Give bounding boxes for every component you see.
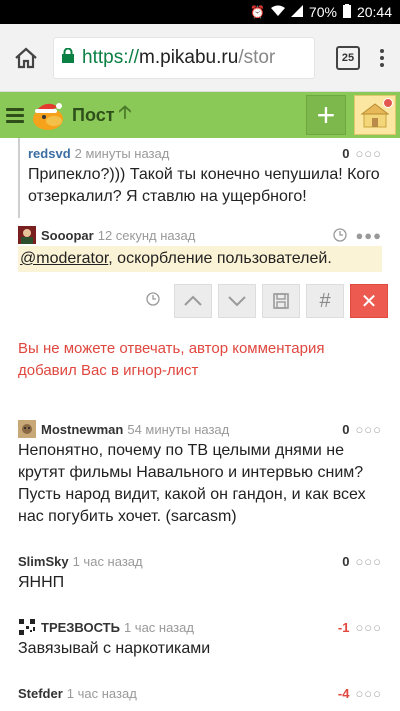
battery-percent: 70%	[308, 4, 337, 20]
save-icon[interactable]	[262, 284, 300, 318]
url-host: m.pikabu.ru	[139, 46, 239, 68]
comment: Mostnewman 54 минуты назад 0 ○○○ Непонят…	[0, 406, 400, 538]
ignore-list-warning: Вы не можете отвечать, автор комментария…	[18, 340, 325, 379]
comment: redsvd 2 минуты назад 0 ○○○ Припекло?)))…	[18, 138, 400, 218]
comments-list: redsvd 2 минуты назад 0 ○○○ Припекло?)))…	[0, 138, 400, 711]
url-scheme: https://	[82, 46, 140, 68]
comment-author[interactable]: Mostnewman	[41, 422, 123, 437]
tab-switcher-button[interactable]: 25	[336, 45, 360, 70]
comment-header: Stefder 1 час назад -4 ○○○	[18, 682, 382, 704]
browser-toolbar: https://m.pikabu.ru/stor 25	[0, 24, 400, 92]
comment-time[interactable]: 54 минуты назад	[127, 422, 229, 437]
site-header: Пост 🡡 +	[0, 92, 400, 138]
more-options-icon[interactable]: ○○○	[355, 554, 382, 569]
hamburger-menu-icon[interactable]	[6, 107, 24, 123]
wifi-icon	[270, 5, 285, 20]
user-avatar-button[interactable]	[354, 95, 396, 135]
more-options-icon[interactable]: ○○○	[355, 620, 382, 635]
comment-header: redsvd 2 минуты назад 0 ○○○	[28, 142, 382, 164]
battery-icon	[342, 3, 351, 21]
page-title: Пост	[72, 104, 115, 125]
comment-time[interactable]: 1 час назад	[124, 620, 194, 635]
comment-text: Завязывай с наркотиками	[18, 640, 211, 657]
comment-author[interactable]: redsvd	[28, 146, 71, 161]
avatar[interactable]	[18, 226, 36, 244]
comment-author[interactable]: Stefder	[18, 686, 63, 701]
home-icon[interactable]	[8, 40, 44, 76]
hashtag-button[interactable]: #	[306, 284, 344, 318]
comment-rating: -1	[337, 619, 350, 635]
comment-time[interactable]: 1 час назад	[67, 686, 137, 701]
more-options-icon[interactable]: ●●●	[355, 228, 382, 243]
close-icon[interactable]: ✕	[350, 284, 388, 318]
chevron-down-icon[interactable]	[218, 284, 256, 318]
add-post-button[interactable]: +	[306, 95, 346, 135]
comment-text: Непонятно, почему по ТВ целыми днями не …	[18, 442, 366, 525]
avatar[interactable]	[18, 618, 36, 636]
clock-time: 20:44	[356, 4, 392, 20]
chevron-up-icon[interactable]	[174, 284, 212, 318]
comment-time[interactable]: 1 час назад	[73, 554, 143, 569]
comment-header: Sooopar 12 секунд назад ●●●	[18, 224, 382, 246]
more-options-icon[interactable]: ○○○	[355, 422, 382, 437]
notification-dot	[383, 98, 393, 108]
comment-text: @moderator, оскорбление пользователей.	[18, 246, 382, 272]
comment: SlimSky 1 час назад 0 ○○○ ЯННП	[0, 538, 400, 604]
signal-icon	[290, 4, 303, 20]
comment-text: ЯННП	[18, 574, 65, 591]
overflow-menu-icon[interactable]	[372, 48, 392, 67]
comment-rating: 0	[342, 145, 350, 161]
mention-link[interactable]: @moderator	[20, 250, 108, 267]
comment-time[interactable]: 2 минуты назад	[75, 146, 170, 161]
more-options-icon[interactable]: ○○○	[355, 146, 382, 161]
comment: ТРЕЗВОСТЬ 1 час назад -1 ○○○ Завязывай с…	[0, 604, 400, 670]
comment-rating: 0	[342, 421, 350, 437]
comment-text: Припекло?))) Такой ты конечно чепушила! …	[28, 166, 380, 205]
comment-time[interactable]: 12 секунд назад	[98, 228, 196, 243]
comment: Sooopar 12 секунд назад ●●● @moderator, …	[0, 218, 400, 272]
pikabu-logo[interactable]	[30, 97, 66, 133]
comment: Stefder 1 час назад -4 ○○○	[0, 670, 400, 711]
more-options-icon[interactable]: ○○○	[355, 686, 382, 701]
alarm-icon: ⏰	[249, 5, 265, 19]
comment-header: SlimSky 1 час назад 0 ○○○	[18, 550, 382, 572]
comment-author[interactable]: ТРЕЗВОСТЬ	[41, 620, 120, 635]
arrow-up-icon[interactable]: 🡡	[119, 100, 132, 130]
comment-body: , оскорбление пользователей.	[108, 250, 332, 267]
comment-header: ТРЕЗВОСТЬ 1 час назад -1 ○○○	[18, 616, 382, 638]
clock-icon	[333, 228, 348, 242]
url-path: /stor	[238, 46, 276, 68]
comment-author[interactable]: SlimSky	[18, 554, 69, 569]
comment-rating: 0	[342, 553, 350, 569]
url-bar[interactable]: https://m.pikabu.ru/stor	[54, 37, 314, 78]
status-bar: ⏰ 70% 20:44	[0, 0, 400, 24]
avatar[interactable]	[18, 420, 36, 438]
comment-edit-toolbar: # ✕	[0, 272, 400, 322]
clock-icon	[146, 291, 160, 311]
lock-icon	[62, 47, 74, 68]
comment-header: Mostnewman 54 минуты назад 0 ○○○	[18, 418, 382, 440]
comment-rating: -4	[337, 685, 350, 701]
comment-author[interactable]: Sooopar	[41, 228, 94, 243]
